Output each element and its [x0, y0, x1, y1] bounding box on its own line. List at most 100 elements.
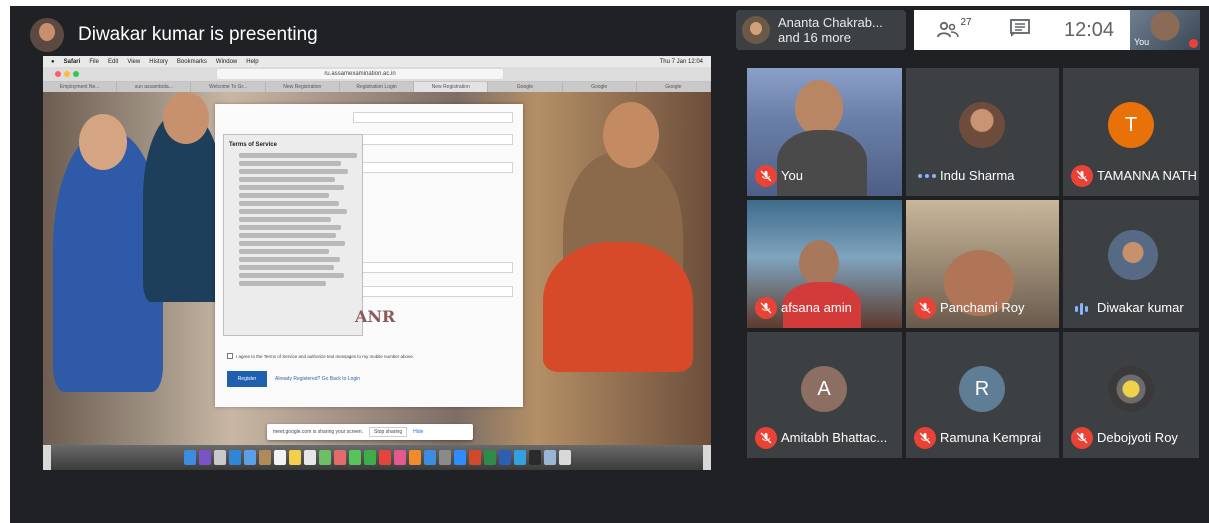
back-to-login-link[interactable]: Already Registered? Go Back to Login: [275, 376, 360, 382]
participant-video: [777, 130, 867, 196]
people-count: 27: [960, 16, 972, 28]
presenter-avatar: [30, 18, 64, 52]
terms-item: [239, 209, 347, 214]
menu-safari: Safari: [63, 58, 81, 65]
contacts-icon: [258, 450, 271, 465]
agree-checkbox[interactable]: [227, 353, 233, 359]
mac-dock: [51, 445, 703, 470]
browser-tab: Google: [488, 82, 563, 92]
participant-tile[interactable]: R Ramuna Kemprai: [906, 332, 1059, 458]
registration-form: Terms of Service ANR I agree to the Term…: [215, 104, 523, 407]
photos-icon: [333, 450, 346, 465]
window-controls: [55, 71, 79, 77]
participant-tile[interactable]: Panchami Roy: [906, 200, 1059, 328]
reminders-icon: [303, 450, 316, 465]
terms-item: [239, 161, 342, 166]
browser-tab: Google: [563, 82, 637, 92]
preferences-icon: [438, 450, 451, 465]
photo-student: [603, 102, 659, 168]
photo-student: [543, 242, 693, 372]
participant-name: TAMANNA NATH: [1097, 168, 1197, 183]
dob-field[interactable]: [353, 162, 513, 173]
photo-student: [163, 92, 209, 144]
browser-tab: Registration Login: [340, 82, 415, 92]
facetime-icon: [363, 450, 376, 465]
browser-toolbar: ru.assamexamination.ac.in: [43, 67, 711, 82]
people-button[interactable]: 27: [914, 10, 994, 50]
participant-tile[interactable]: afsana amin: [747, 200, 902, 328]
terms-item: [239, 193, 329, 198]
participant-video: [795, 80, 843, 136]
self-view-tile[interactable]: You: [1130, 10, 1200, 50]
finder-icon: [183, 450, 196, 465]
browser-tab: Welcome To Gr...: [191, 82, 266, 92]
mac-menubar: ● Safari File Edit View History Bookmark…: [43, 56, 711, 67]
participant-tile[interactable]: T TAMANNA NATH: [1063, 68, 1199, 196]
skype-icon: [513, 450, 526, 465]
confirm-password-field[interactable]: [353, 286, 513, 297]
terms-title: Terms of Service: [229, 142, 277, 148]
chat-button[interactable]: [994, 10, 1046, 50]
mic-off-icon: [1189, 39, 1198, 48]
register-button[interactable]: Register: [227, 371, 267, 387]
screen-sharing-banner: meet.google.com is sharing your screen. …: [267, 424, 473, 440]
people-icon: [936, 21, 960, 39]
terms-item: [239, 169, 348, 174]
participant-avatar: [959, 102, 1005, 148]
terms-item: [239, 281, 327, 286]
sharing-text: meet.google.com is sharing your screen.: [273, 429, 364, 435]
participant-tile[interactable]: Debojyoti Roy: [1063, 332, 1199, 458]
terms-item: [239, 249, 329, 254]
terms-item: [239, 273, 344, 278]
participant-tile[interactable]: You: [747, 68, 902, 196]
browser-tab-active: New Registration: [414, 82, 489, 92]
chrome-icon: [378, 450, 391, 465]
mic-off-icon: [1071, 427, 1093, 449]
participant-name: Amitabh Bhattac...: [781, 430, 888, 445]
terms-of-service-tooltip: Terms of Service: [223, 134, 363, 336]
participants-pill[interactable]: Ananta Chakrab... and 16 more: [736, 10, 906, 50]
participants-summary: Ananta Chakrab... and 16 more: [778, 15, 883, 45]
minimize-icon: [64, 71, 70, 77]
stop-sharing-button[interactable]: Stop sharing: [369, 427, 408, 437]
mac-clock: Thu 7 Jan 12:04: [659, 58, 703, 65]
safari-icon: [228, 450, 241, 465]
participant-tile[interactable]: Indu Sharma: [906, 68, 1059, 196]
registration-page: Terms of Service ANR I agree to the Term…: [43, 92, 711, 445]
menu-help: Help: [246, 58, 259, 65]
participant-tile[interactable]: Diwakar kumar: [1063, 200, 1199, 328]
powerpoint-icon: [468, 450, 481, 465]
mic-off-icon: [755, 297, 777, 319]
hide-button[interactable]: Hide: [413, 429, 423, 435]
participant-name: afsana amin: [781, 300, 852, 315]
participants-more: and 16 more: [778, 30, 851, 45]
password-field[interactable]: [353, 262, 513, 273]
eagle-logo-avatar: [1108, 366, 1154, 412]
trash-icon: [558, 450, 571, 465]
participants-first: Ananta Chakrab...: [778, 15, 883, 30]
participant-tile[interactable]: A Amitabh Bhattac...: [747, 332, 902, 458]
presenter-title: Diwakar kumar is presenting: [78, 24, 318, 45]
terms-item: [239, 217, 332, 222]
participant-avatar: A: [801, 366, 847, 412]
participant-name: You: [781, 168, 803, 183]
presenter-header: Diwakar kumar is presenting: [30, 18, 318, 52]
apple-icon: ●: [51, 58, 55, 65]
meet-window: Diwakar kumar is presenting ● Safari Fil…: [10, 6, 1209, 523]
shared-screen: ● Safari File Edit View History Bookmark…: [43, 56, 711, 470]
participant-avatar: T: [1108, 102, 1154, 148]
email-field[interactable]: [353, 112, 513, 123]
terms-item: [239, 233, 337, 238]
participant-name: Debojyoti Roy: [1097, 430, 1178, 445]
zoom-icon: [453, 450, 466, 465]
appstore-icon: [423, 450, 436, 465]
mic-off-icon: [755, 427, 777, 449]
mic-off-icon: [755, 165, 777, 187]
mic-off-icon: [914, 427, 936, 449]
siri-icon: [198, 450, 211, 465]
photo-student: [79, 114, 127, 170]
participant-name: Diwakar kumar: [1097, 300, 1184, 315]
speaking-indicator-icon: [1075, 303, 1088, 315]
mobile-field[interactable]: [353, 134, 513, 145]
browser-tab: sun assamtoda...: [117, 82, 192, 92]
